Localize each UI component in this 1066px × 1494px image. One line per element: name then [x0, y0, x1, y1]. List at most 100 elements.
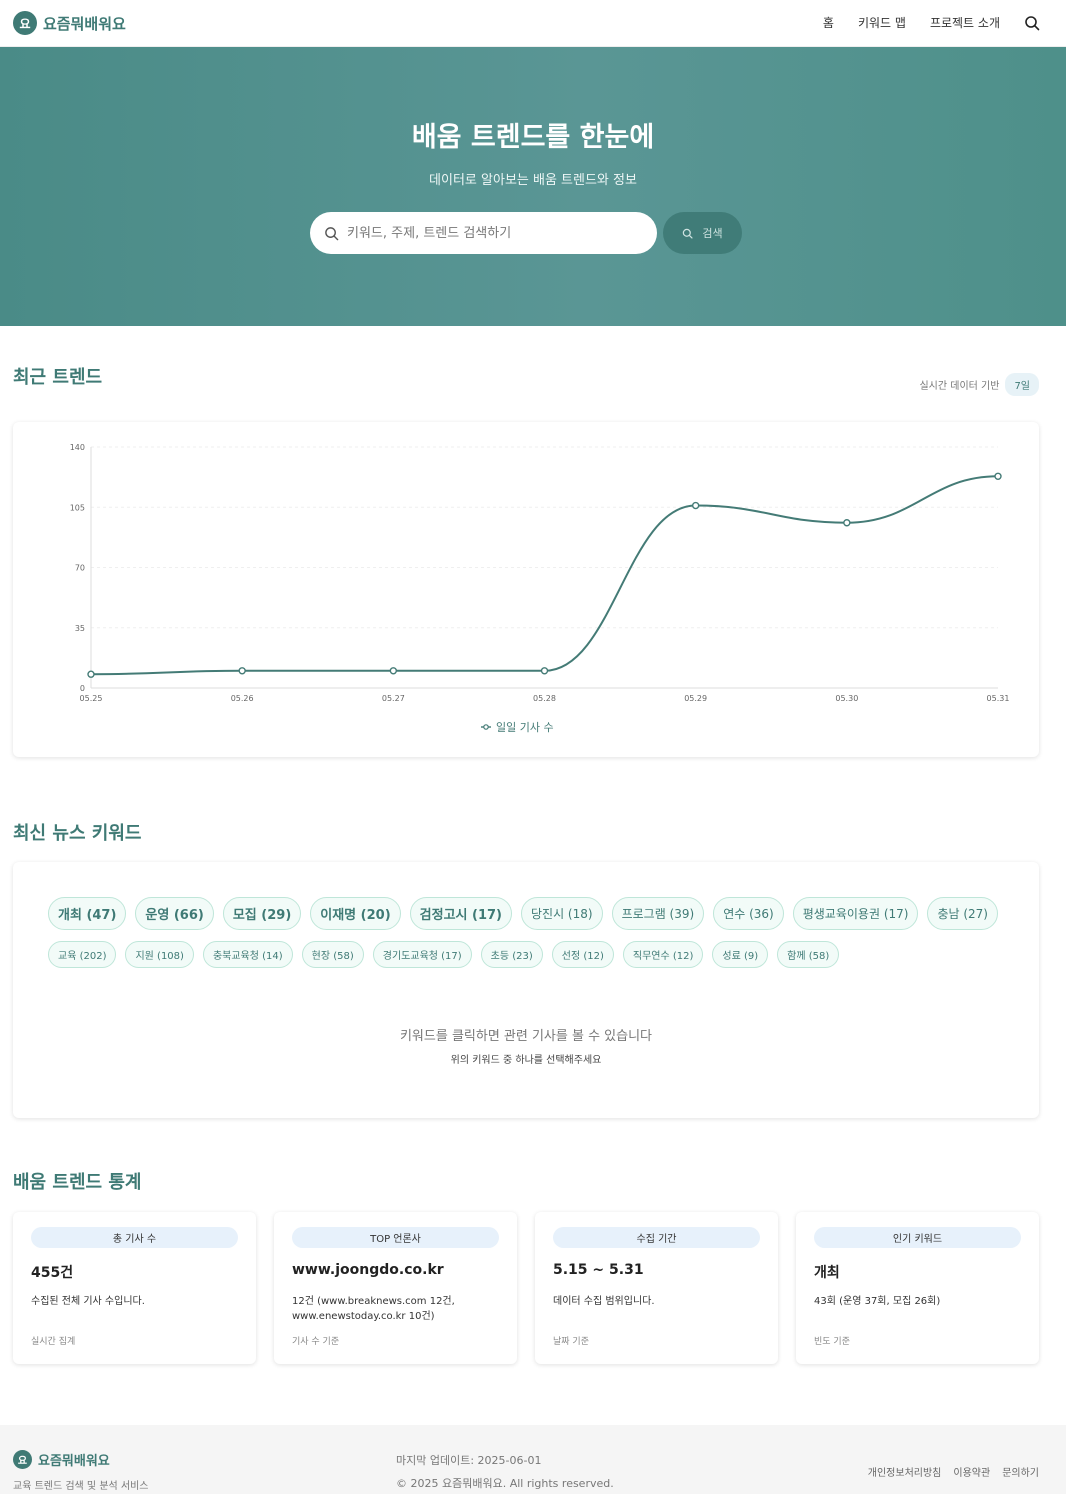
- hero-title: 배움 트렌드를 한눈에: [411, 122, 655, 153]
- search-input[interactable]: [347, 225, 647, 241]
- footer: 요 요즘뭐배워요 교육 트렌드 검색 및 분석 서비스 마지막 업데이트: 20…: [0, 1425, 1066, 1494]
- stat-footnote: 빈도 기준: [814, 1337, 850, 1347]
- x-tick-label: 05.27: [382, 694, 405, 703]
- logo-icon: 요: [13, 1450, 32, 1469]
- keyword-chip[interactable]: 충남 (27): [927, 897, 998, 930]
- keyword-chip[interactable]: 검정고시 (17): [409, 897, 512, 930]
- stat-badge: TOP 언론사: [292, 1227, 499, 1248]
- keyword-chip[interactable]: 초등 (23): [480, 941, 543, 968]
- keyword-chip[interactable]: 프로그램 (39): [611, 897, 705, 930]
- stat-badge: 수집 기간: [553, 1227, 760, 1248]
- hero-banner: 배움 트렌드를 한눈에 데이터로 알아보는 배움 트렌드와 정보 검색: [0, 47, 1066, 326]
- y-tick-label: 140: [70, 443, 85, 452]
- keyword-hint: 키워드를 클릭하면 관련 기사를 볼 수 있습니다: [399, 1029, 653, 1044]
- keyword-chip[interactable]: 성료 (9): [712, 941, 769, 968]
- series-line: [90, 475, 999, 676]
- stat-footnote: 날짜 기준: [553, 1337, 589, 1347]
- keyword-chip[interactable]: 지원 (108): [125, 941, 194, 968]
- search-icon: [325, 226, 339, 240]
- keywords-card: 개최 (47) 운영 (66) 모집 (29) 이재명 (20) 검정고시 (17) 당진…: [13, 862, 1039, 1118]
- brand-name: 요즘뭐배워요: [43, 14, 126, 33]
- stat-description: 데이터 수집 범위입니다.: [553, 1296, 655, 1307]
- keyword-chip[interactable]: 직무연수 (12): [622, 941, 704, 968]
- x-tick-label: 05.28: [533, 694, 556, 703]
- search-button-label: 검색: [702, 227, 723, 240]
- x-tick-label: 05.31: [987, 694, 1010, 703]
- y-tick-label: 70: [75, 564, 85, 573]
- data-point: [87, 670, 95, 678]
- footer-links: 개인정보처리방침 이용약관 문의하기: [856, 1464, 1039, 1479]
- keyword-chip[interactable]: 운영 (66): [135, 897, 214, 930]
- legend-label: 일일 기사 수: [496, 720, 554, 734]
- terms-link[interactable]: 이용약관: [953, 1464, 990, 1479]
- stat-footnote: 실시간 집계: [31, 1337, 76, 1347]
- footer-brand[interactable]: 요 요즘뭐배워요: [13, 1450, 110, 1469]
- trends-title: 최근 트렌드: [13, 367, 103, 388]
- stat-card-popular-keyword: 인기 키워드 개최 43회 (운영 37회, 모집 26회) 빈도 기준: [796, 1212, 1039, 1364]
- stat-description: 수집된 전체 기사 수입니다.: [31, 1296, 145, 1307]
- stat-value: 5.15 ~ 5.31: [553, 1262, 644, 1278]
- last-updated: 마지막 업데이트: 2025-06-01: [396, 1454, 542, 1467]
- trend-line-chart: 0 35 70 105 140 05.25 05.26 05.27 05.28 05.29 05.3…: [70, 443, 1010, 734]
- nav-keyword-map[interactable]: 키워드 맵: [858, 14, 906, 31]
- y-tick-label: 0: [80, 684, 85, 693]
- keyword-chip[interactable]: 현장 (58): [301, 941, 364, 968]
- x-tick-label: 05.26: [231, 694, 254, 703]
- trend-range-badge[interactable]: 7일: [1005, 373, 1039, 396]
- privacy-policy-link[interactable]: 개인정보처리방침: [868, 1464, 942, 1479]
- logo-icon: 요: [13, 11, 37, 35]
- data-point: [238, 667, 246, 675]
- keyword-chip[interactable]: 함께 (58): [777, 941, 840, 968]
- stats-title: 배움 트렌드 통계: [13, 1172, 142, 1193]
- data-point: [691, 501, 700, 510]
- nav-home[interactable]: 홈: [823, 14, 834, 31]
- search-button[interactable]: 검색: [663, 212, 742, 254]
- stat-badge: 총 기사 수: [31, 1227, 238, 1248]
- keyword-chip[interactable]: 연수 (36): [713, 897, 784, 930]
- nav-links: 홈 키워드 맵 프로젝트 소개: [799, 14, 1040, 31]
- keyword-chip[interactable]: 이재명 (20): [310, 897, 401, 930]
- x-tick-label: 05.29: [684, 694, 707, 703]
- x-tick-label: 05.30: [835, 694, 858, 703]
- keyword-row-primary: 개최 (47) 운영 (66) 모집 (29) 이재명 (20) 검정고시 (17) 당진…: [48, 897, 1007, 930]
- stat-description: 12건 (www.breaknews.com 12건, www.enewstod…: [292, 1296, 455, 1322]
- search-icon[interactable]: [1024, 15, 1040, 31]
- contact-link[interactable]: 문의하기: [1002, 1464, 1039, 1479]
- stat-card-total-articles: 총 기사 수 455건 수집된 전체 기사 수입니다. 실시간 집계: [13, 1212, 256, 1364]
- keyword-chip[interactable]: 당진시 (18): [521, 897, 603, 930]
- y-tick-label: 105: [70, 503, 85, 512]
- top-navigation: 요 요즘뭐배워요 홈 키워드 맵 프로젝트 소개: [0, 0, 1066, 47]
- stat-value: 455건: [31, 1265, 74, 1281]
- trend-meta-text: 실시간 데이터 기반: [919, 381, 1000, 392]
- data-point: [540, 667, 549, 675]
- stat-card-top-press: TOP 언론사 www.joongdo.co.kr 12건 (www.break…: [274, 1212, 517, 1364]
- stat-value: 개최: [814, 1265, 840, 1281]
- keyword-chip[interactable]: 충북교육청 (14): [202, 941, 293, 968]
- keyword-chip[interactable]: 모집 (29): [222, 897, 302, 930]
- x-tick-label: 05.25: [80, 694, 103, 703]
- brand-link[interactable]: 요 요즘뭐배워요: [13, 11, 126, 35]
- stat-badge: 인기 키워드: [814, 1227, 1021, 1248]
- data-point: [389, 667, 398, 675]
- stat-value: www.joongdo.co.kr: [292, 1262, 444, 1278]
- y-tick-label: 35: [75, 624, 85, 633]
- stat-description: 43회 (운영 37회, 모집 26회): [814, 1296, 941, 1307]
- search-icon: [683, 228, 693, 239]
- nav-project-intro[interactable]: 프로젝트 소개: [930, 14, 1000, 31]
- trend-meta: 실시간 데이터 기반 7일: [919, 373, 1039, 396]
- keywords-title: 최신 뉴스 키워드: [13, 823, 142, 844]
- keyword-chip[interactable]: 경기도교육청 (17): [372, 941, 472, 968]
- hero-subtitle: 데이터로 알아보는 배움 트렌드와 정보: [429, 173, 637, 188]
- footer-brand-name: 요즘뭐배워요: [38, 1454, 110, 1469]
- footer-tagline: 교육 트렌드 검색 및 분석 서비스: [13, 1481, 149, 1492]
- keyword-hint-sub: 위의 키워드 중 하나를 선택해주세요: [450, 1055, 602, 1066]
- trend-chart-card: 0 35 70 105 140 05.25 05.26 05.27 05.28 05.29 05.3…: [13, 422, 1039, 757]
- legend-marker-icon: [483, 724, 489, 730]
- keyword-chip[interactable]: 평생교육이용권 (17): [792, 897, 919, 930]
- keyword-chip[interactable]: 교육 (202): [48, 941, 117, 968]
- data-point: [843, 519, 851, 527]
- keyword-chip[interactable]: 개최 (47): [48, 897, 127, 930]
- stat-card-period: 수집 기간 5.15 ~ 5.31 데이터 수집 범위입니다. 날짜 기준: [535, 1212, 778, 1364]
- keyword-chip[interactable]: 선정 (12): [551, 941, 614, 968]
- data-point: [994, 472, 1002, 480]
